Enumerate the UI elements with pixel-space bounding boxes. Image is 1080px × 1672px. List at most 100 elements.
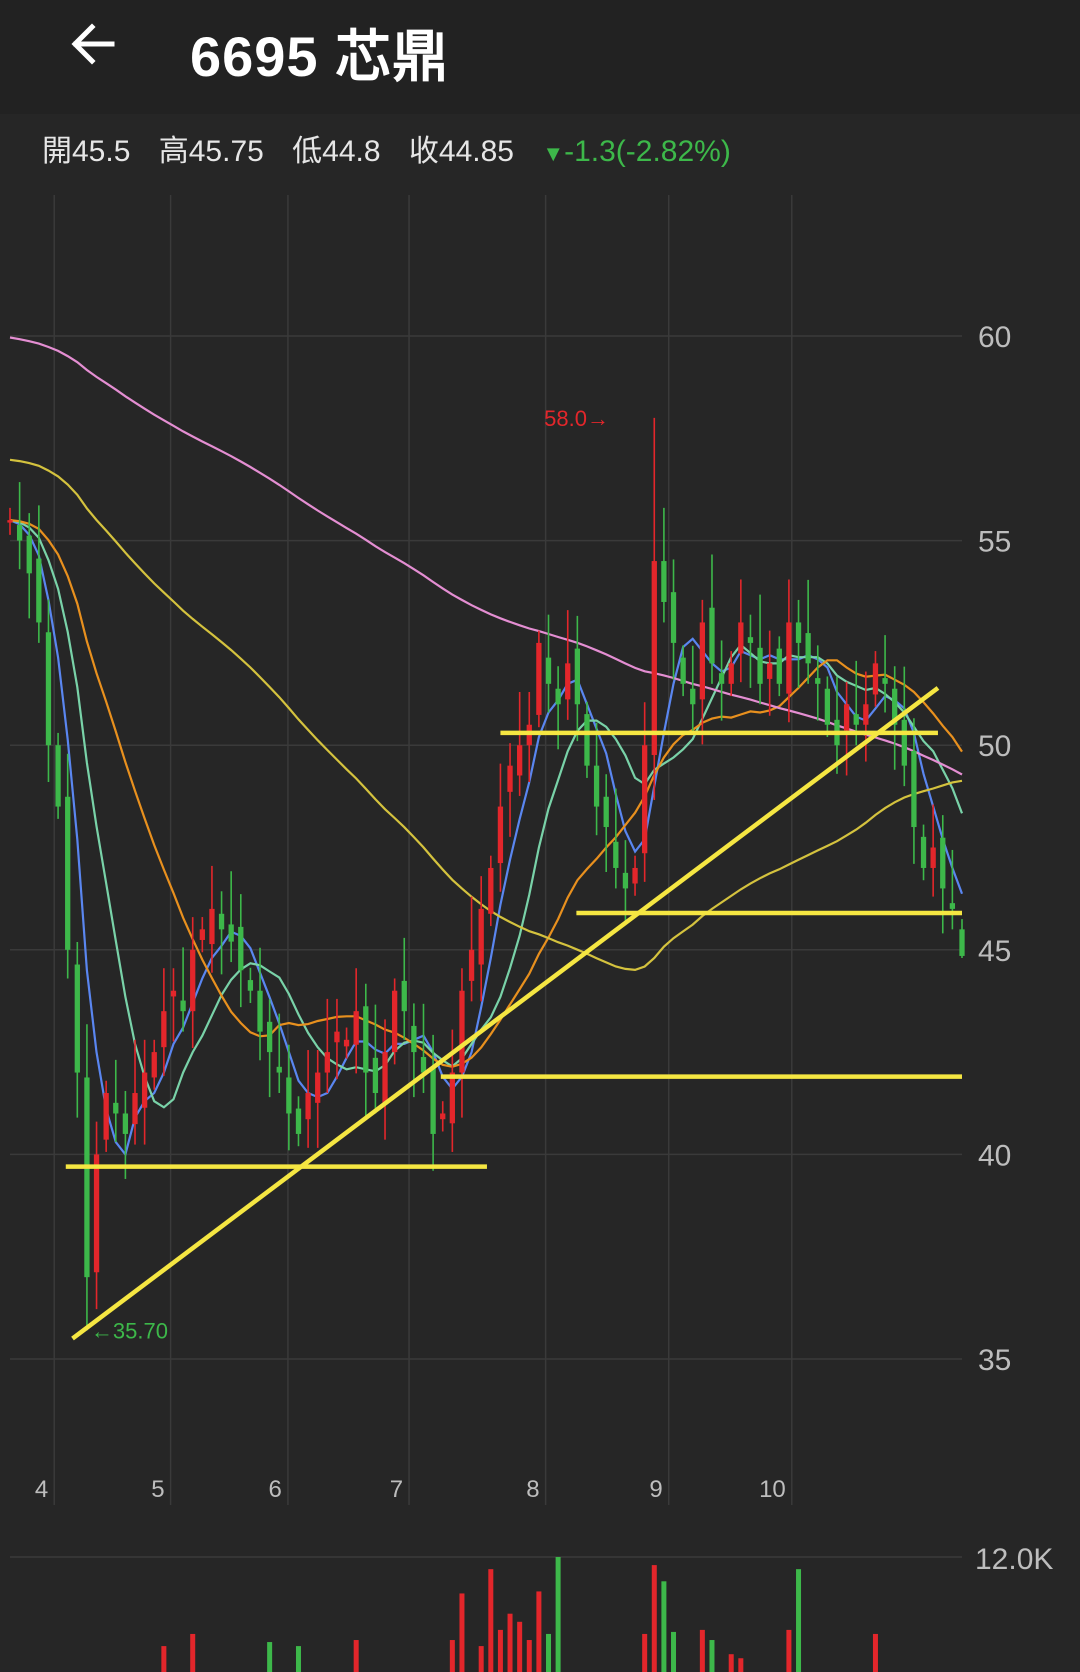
candle-body [805,633,811,664]
month-axis-label: 6 [269,1476,282,1503]
price-axis-label: 55 [978,526,1011,559]
triangle-down-icon: ▼ [542,141,565,166]
month-axis-label: 5 [151,1476,164,1503]
month-axis-label: 10 [759,1476,786,1503]
candle-body [7,520,13,523]
candle-body [622,872,629,889]
volume-bar [497,1629,503,1672]
candle-body [911,750,917,828]
candle-body [901,719,907,766]
candle-body [132,1093,138,1125]
candle-body [497,806,504,864]
volume-bar [786,1629,792,1672]
volume-bar [642,1633,648,1672]
candle-body [392,990,398,1053]
volume-bar [517,1621,523,1672]
candle-body [661,561,667,602]
candle-body [65,796,71,950]
candle-body [382,1052,388,1103]
month-axis-label: 9 [649,1476,662,1503]
candle-body [959,929,965,956]
candle-body [488,867,494,914]
candle-body [430,1067,436,1134]
arrow-left-icon[interactable] [66,14,126,74]
candle-body [334,1031,340,1043]
app-header: 6695 芯鼎 [0,0,1080,114]
candle-body [122,1113,129,1134]
candle-body [642,745,648,854]
volume-bar [353,1640,359,1672]
price-axis-label: 35 [978,1344,1011,1377]
candle-body [26,535,32,574]
candle-body [709,607,715,664]
candle-body [218,913,225,930]
candle-body [757,647,763,684]
volume-bar [728,1654,734,1672]
candle-body [151,1052,157,1078]
candle-body [949,903,956,909]
candle-body [449,1072,455,1124]
volume-bar [536,1591,542,1672]
price-annotation: ←35.70 [91,1318,168,1343]
candle-body [295,1108,302,1134]
candle-body [286,1077,292,1114]
candle-body [161,1011,167,1048]
volume-bar [507,1613,513,1672]
candle-body [74,964,80,1073]
candle-body [603,796,609,828]
candle-body [478,908,484,965]
volume-bar [699,1629,705,1672]
candle-body [853,714,859,725]
candle-body [786,622,792,694]
price-axis-label: 50 [978,730,1011,763]
candle-body [776,648,782,684]
page-title: 6695 芯鼎 [190,25,450,88]
candle-body [199,929,205,940]
candle-body [536,642,542,715]
candlestick-chart[interactable]: 6055504540354 5 6 7 8 9 1058.0→←35.7012.0K [0,0,1080,1672]
low-value: 低44.8 [292,135,381,168]
candle-body [670,592,677,643]
high-value: 高45.75 [158,135,264,168]
volume-bar [796,1569,802,1672]
candle-body [824,688,831,725]
candle-body [113,1102,119,1114]
candle-body [920,836,927,868]
candle-body [305,1093,311,1120]
candle-body [228,924,234,942]
volume-bar [671,1631,677,1672]
candle-body [103,1093,109,1140]
candle-body [680,657,686,684]
change-text: -1.3(-2.82%) [564,135,731,168]
volume-bar [488,1569,494,1672]
candle-body [613,841,619,868]
candle-body [690,688,696,705]
candle-body [266,1021,273,1053]
candle-body [372,1057,379,1094]
close-value: 收44.85 [408,135,514,168]
price-axis-label: 40 [978,1139,1011,1172]
candle-body [555,688,561,705]
candle-body [632,867,638,884]
price-axis-label: 45 [978,935,1011,968]
volume-bar [555,1557,561,1672]
volume-axis-label: 12.0K [975,1543,1053,1576]
candle-body [353,1011,359,1045]
candle-body [16,525,23,541]
candle-body [699,622,706,700]
candle-body [747,637,754,643]
volume-bar [478,1646,484,1672]
volume-bar [546,1633,552,1672]
ma120-line [9,336,963,776]
price-axis-label: 60 [978,321,1011,354]
volume-bar [161,1646,167,1672]
volume-bar [709,1640,715,1672]
volume-bar [459,1593,465,1672]
volume-bar [526,1640,532,1672]
candle-body [401,980,407,1012]
candle-body [170,990,177,997]
candle-body [843,704,850,731]
candle-body [584,714,590,766]
candle-body [45,632,52,746]
candle-body [738,622,744,654]
